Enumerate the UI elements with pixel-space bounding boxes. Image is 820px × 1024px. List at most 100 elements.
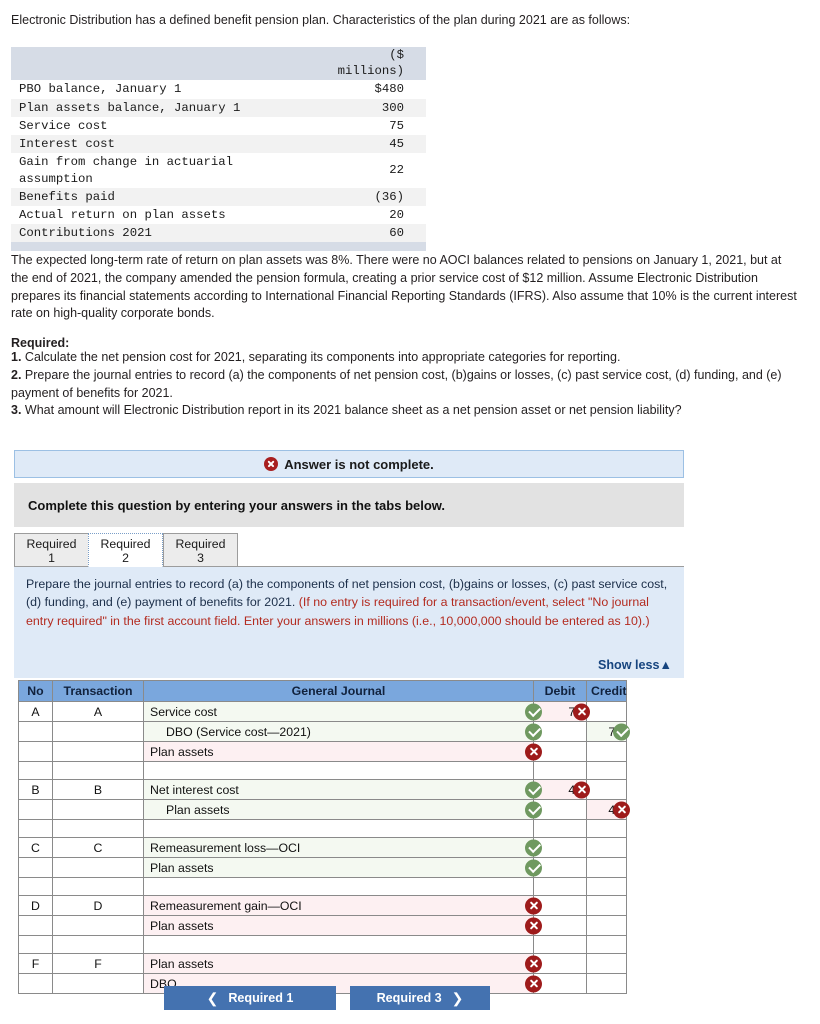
journal-account-select[interactable]: Plan assets bbox=[143, 915, 542, 936]
triangle-up-icon: ▲ bbox=[659, 658, 672, 672]
journal-no-cell: B bbox=[18, 779, 53, 800]
table-row: Service cost 75 bbox=[11, 116, 426, 136]
complete-instruction-text: Complete this question by entering your … bbox=[28, 497, 446, 513]
tab-required-3[interactable]: Required 3 bbox=[163, 533, 238, 567]
journal-credit-input[interactable]: 75 bbox=[586, 721, 630, 742]
facts-header-row: ($ millions) bbox=[11, 47, 426, 81]
journal-body: AAService cost75DBO (Service cost—2021) 7… bbox=[18, 701, 630, 994]
journal-credit-input[interactable] bbox=[586, 915, 627, 936]
incorrect-x-icon bbox=[525, 975, 542, 992]
table-row: Plan assets bbox=[18, 915, 627, 936]
panel-prompt: Prepare the journal entries to record (a… bbox=[26, 575, 672, 630]
table-row: Contributions 2021 60 bbox=[11, 224, 426, 243]
journal-spacer-cell bbox=[143, 935, 534, 954]
tab-required-1-line1: Required bbox=[26, 537, 77, 551]
journal-credit-input[interactable]: 45 bbox=[586, 799, 630, 820]
fact-value: 75 bbox=[314, 116, 426, 136]
prev-required-button[interactable]: ❮ Required 1 bbox=[164, 986, 336, 1010]
journal-account-select[interactable]: Remeasurement loss—OCI bbox=[143, 837, 542, 858]
journal-credit-input[interactable] bbox=[586, 895, 627, 916]
journal-account-select[interactable]: Plan assets bbox=[143, 953, 542, 974]
journal-spacer-row bbox=[18, 935, 627, 954]
journal-account-select[interactable]: Plan assets bbox=[143, 857, 542, 878]
question-page: Electronic Distribution has a defined be… bbox=[0, 0, 820, 1024]
journal-credit-input[interactable] bbox=[586, 953, 627, 974]
general-journal-table: No Transaction General Journal Debit Cre… bbox=[18, 680, 630, 994]
journal-spacer-cell bbox=[18, 819, 53, 838]
journal-account-select[interactable]: Plan assets bbox=[143, 741, 542, 762]
required-item-3: 3. What amount will Electronic Distribut… bbox=[11, 402, 806, 420]
journal-account-select[interactable]: Net interest cost bbox=[143, 779, 542, 800]
tab-required-2[interactable]: Required 2 bbox=[88, 533, 163, 567]
journal-credit-input[interactable] bbox=[586, 857, 627, 878]
required-item-2-text: Prepare the journal entries to record (a… bbox=[11, 367, 782, 400]
next-required-button[interactable]: Required 3 ❯ bbox=[350, 986, 490, 1010]
tab-required-2-line1: Required bbox=[100, 537, 151, 551]
units-line-1: ($ bbox=[389, 48, 404, 62]
intro-text: Electronic Distribution has a defined be… bbox=[11, 13, 631, 27]
fact-label: Contributions 2021 bbox=[11, 224, 314, 243]
facts-header-blank bbox=[11, 47, 314, 81]
complete-instruction-bar: Complete this question by entering your … bbox=[14, 483, 684, 527]
journal-account-select[interactable]: DBO (Service cost—2021) bbox=[143, 721, 542, 742]
fact-label: Plan assets balance, January 1 bbox=[11, 98, 314, 117]
required-item-1-number: 1. bbox=[11, 350, 22, 364]
journal-spacer-row bbox=[18, 877, 627, 896]
journal-spacer-cell bbox=[533, 761, 587, 780]
journal-account-select[interactable]: Remeasurement gain—OCI bbox=[143, 895, 542, 916]
status-banner-text: Answer is not complete. bbox=[284, 456, 434, 472]
col-transaction: Transaction bbox=[52, 680, 144, 702]
table-row: Plan assets bbox=[18, 857, 627, 878]
col-no: No bbox=[18, 680, 53, 702]
journal-transaction-cell bbox=[52, 721, 144, 742]
tab-required-3-line2: 3 bbox=[197, 551, 204, 566]
journal-credit-input[interactable] bbox=[586, 837, 627, 858]
incorrect-x-icon bbox=[573, 703, 590, 720]
journal-spacer-cell bbox=[533, 935, 587, 954]
journal-transaction-cell: F bbox=[52, 953, 144, 974]
fact-value: 45 bbox=[314, 135, 426, 154]
incorrect-x-icon bbox=[525, 917, 542, 934]
journal-no-cell bbox=[18, 857, 53, 878]
tab-required-1[interactable]: Required 1 bbox=[14, 533, 89, 567]
fact-value: $480 bbox=[314, 80, 426, 99]
journal-credit-input[interactable] bbox=[586, 779, 627, 800]
incorrect-x-icon bbox=[525, 955, 542, 972]
journal-account-select[interactable]: Plan assets bbox=[143, 799, 542, 820]
journal-transaction-cell bbox=[52, 799, 144, 820]
fact-value: 60 bbox=[314, 224, 426, 243]
correct-check-icon bbox=[525, 839, 542, 856]
col-credit: Credit bbox=[586, 680, 627, 702]
facts-body: ($ millions) PBO balance, January 1 $480… bbox=[11, 47, 426, 252]
required-item-1: 1. Calculate the net pension cost for 20… bbox=[11, 349, 806, 367]
journal-spacer-cell bbox=[586, 935, 627, 954]
journal-credit-input[interactable] bbox=[586, 701, 627, 722]
correct-check-icon bbox=[525, 703, 542, 720]
navigation-bar: ❮ Required 1 Required 3 ❯ bbox=[0, 986, 820, 1012]
tab-required-3-line1: Required bbox=[175, 537, 226, 551]
tab-required-1-line2: 1 bbox=[48, 551, 55, 566]
prev-required-label: Required 1 bbox=[228, 991, 294, 1005]
fact-label: Benefits paid bbox=[11, 187, 314, 206]
facts-footer-right bbox=[314, 242, 426, 252]
expected-return-paragraph: The expected long-term rate of return on… bbox=[11, 253, 797, 321]
table-row: Actual return on plan assets 20 bbox=[11, 206, 426, 225]
fact-value: (36) bbox=[314, 187, 426, 206]
correct-check-icon bbox=[525, 781, 542, 798]
tab-panel: Prepare the journal entries to record (a… bbox=[14, 567, 684, 678]
journal-account-select[interactable]: Service cost bbox=[143, 701, 542, 722]
show-less-link[interactable]: Show less▲ bbox=[598, 658, 672, 672]
facts-header-units: ($ millions) bbox=[314, 47, 426, 81]
journal-credit-input[interactable] bbox=[586, 741, 627, 762]
incorrect-x-icon bbox=[613, 801, 630, 818]
journal-spacer-cell bbox=[143, 877, 534, 896]
journal-no-cell bbox=[18, 741, 53, 762]
journal-spacer-cell bbox=[18, 877, 53, 896]
journal-spacer-cell bbox=[533, 819, 587, 838]
correct-check-icon bbox=[613, 723, 630, 740]
next-required-label: Required 3 bbox=[376, 991, 442, 1005]
tab-required-2-line2: 2 bbox=[122, 551, 129, 566]
table-row: Plan assets bbox=[18, 741, 627, 762]
incorrect-x-icon bbox=[573, 781, 590, 798]
chevron-right-icon: ❯ bbox=[451, 989, 464, 1006]
